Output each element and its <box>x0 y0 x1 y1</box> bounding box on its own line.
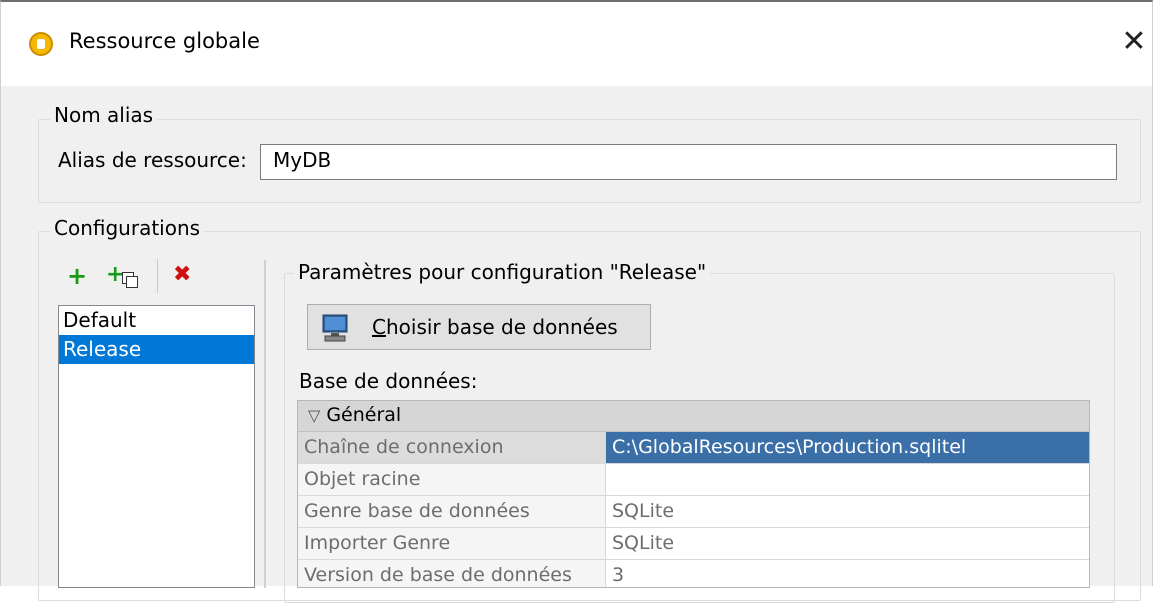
choose-database-label: Choisir base de données <box>372 315 618 339</box>
list-item-release[interactable]: Release <box>59 335 254 364</box>
monitor-icon <box>322 314 348 342</box>
property-key: Importer Genre <box>298 528 606 559</box>
splitter[interactable] <box>264 260 266 588</box>
window-title: Ressource globale <box>69 29 260 53</box>
app-icon <box>29 32 53 56</box>
copy-add-icon[interactable]: + <box>106 262 140 290</box>
property-key: Version de base de données <box>298 560 606 587</box>
alias-label: Alias de ressource: <box>58 148 247 172</box>
close-button[interactable]: ✕ <box>1119 24 1149 60</box>
toolbar-separator <box>157 259 158 293</box>
table-row[interactable]: Genre base de données SQLite <box>298 496 1089 528</box>
property-value[interactable]: SQLite <box>606 496 1089 527</box>
database-property-grid[interactable]: ▽ Général Chaîne de connexion C:\GlobalRe… <box>297 400 1090 588</box>
collapse-triangle-icon[interactable]: ▽ <box>308 406 320 425</box>
database-label: Base de données: <box>299 369 478 393</box>
title-bar: Ressource globale ✕ <box>1 2 1152 86</box>
property-value[interactable]: 3 <box>606 560 1089 587</box>
table-row[interactable]: Importer Genre SQLite <box>298 528 1089 560</box>
choose-database-button[interactable]: Choisir base de données <box>307 304 651 350</box>
configuration-list[interactable]: Default Release <box>58 305 255 588</box>
grid-section-general[interactable]: ▽ Général <box>298 401 1089 432</box>
params-legend: Paramètres pour configuration "Release" <box>294 260 711 284</box>
table-row[interactable]: Version de base de données 3 <box>298 560 1089 587</box>
configurations-legend: Configurations <box>50 216 205 240</box>
global-resource-dialog: Ressource globale ✕ Nom alias Alias de r… <box>0 0 1153 603</box>
table-row[interactable]: Objet racine <box>298 464 1089 496</box>
delete-icon[interactable]: ✖ <box>173 263 191 287</box>
plus-icon[interactable]: + <box>67 264 87 288</box>
property-value[interactable]: SQLite <box>606 528 1089 559</box>
property-key: Chaîne de connexion <box>298 432 606 463</box>
property-key: Objet racine <box>298 464 606 495</box>
property-key: Genre base de données <box>298 496 606 527</box>
property-value[interactable]: C:\GlobalResources\Production.sqlitel <box>606 432 1089 463</box>
property-value[interactable] <box>606 464 1089 495</box>
alias-input[interactable]: MyDB <box>260 144 1117 180</box>
list-item-default[interactable]: Default <box>59 306 254 335</box>
alias-group-legend: Nom alias <box>50 103 158 127</box>
table-row[interactable]: Chaîne de connexion C:\GlobalResources\P… <box>298 432 1089 464</box>
